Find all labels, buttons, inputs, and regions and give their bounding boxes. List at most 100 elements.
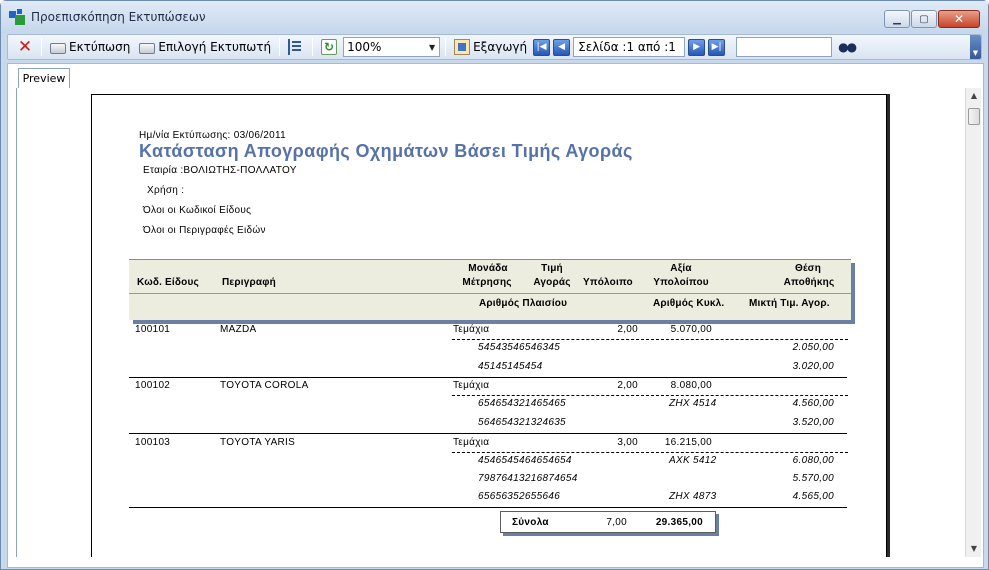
detail-chassis: 54543546546345 bbox=[478, 342, 561, 353]
header-location-2: Αποθήκης bbox=[783, 277, 835, 288]
toolbar-overflow-button[interactable]: ▼ bbox=[970, 35, 981, 59]
item-unit: Τεμάχια bbox=[453, 324, 490, 335]
preview-pane[interactable]: Ημ/νία Εκτύπωσης: 03/06/2011 Κατάσταση Α… bbox=[16, 88, 965, 557]
detail-chassis: 654654321465465 bbox=[478, 398, 566, 409]
item-separator bbox=[129, 433, 847, 434]
detail-price: 2.050,00 bbox=[792, 342, 834, 353]
toolbar-separator bbox=[279, 38, 281, 56]
maximize-button[interactable]: ▢ bbox=[911, 10, 937, 28]
detail-plate: ZHX 4873 bbox=[669, 491, 717, 502]
first-page-button[interactable]: |◀ bbox=[533, 38, 551, 56]
company-name: Εταιρία :ΒΟΛΙΩΤΗΣ-ΠΟΛΛΑΤΟΥ bbox=[143, 165, 297, 176]
header-value-1: Αξία bbox=[670, 263, 692, 274]
scroll-thumb[interactable] bbox=[968, 108, 980, 125]
window-controls: ▁ ▢ ✕ bbox=[884, 10, 980, 28]
group-tree-button[interactable] bbox=[285, 36, 307, 58]
title-bar[interactable]: Προεπισκόπηση Εκτυπώσεων ▁ ▢ ✕ bbox=[1, 1, 988, 33]
detail-price: 6.080,00 bbox=[792, 455, 834, 466]
column-header-band: Κωδ. Είδους Περιγραφή Μονάδα Μέτρησης Τι… bbox=[129, 259, 851, 320]
select-printer-button[interactable]: Επιλογή Εκτυπωτή bbox=[136, 36, 274, 58]
scroll-up-icon[interactable]: ▲ bbox=[966, 88, 982, 104]
refresh-button[interactable]: ↻ bbox=[318, 36, 340, 58]
item-code: 100101 bbox=[135, 324, 171, 335]
item-value: 5.070,00 bbox=[670, 324, 712, 335]
totals-balance: 7,00 bbox=[606, 517, 627, 528]
header-value-2: Υπολοίπου bbox=[653, 277, 709, 288]
minimize-button[interactable]: ▁ bbox=[884, 10, 910, 28]
item-unit: Τεμάχια bbox=[453, 437, 490, 448]
header-unit-1: Μονάδα bbox=[468, 263, 508, 274]
last-page-button[interactable]: ▶| bbox=[708, 38, 726, 56]
header-price-1: Τιμή bbox=[541, 263, 563, 274]
print-label: Εκτύπωση bbox=[69, 40, 131, 54]
item-balance: 3,00 bbox=[617, 437, 638, 448]
export-button[interactable]: Εξαγωγή bbox=[451, 36, 530, 58]
item-value: 16.215,00 bbox=[664, 437, 712, 448]
detail-chassis: 45145145454 bbox=[478, 361, 543, 372]
detail-separator bbox=[452, 452, 848, 453]
printer-setup-icon bbox=[139, 43, 156, 54]
zoom-value: 100% bbox=[347, 40, 382, 54]
binoculars-icon: ●● bbox=[838, 40, 857, 54]
item-description: MAZDA bbox=[220, 324, 257, 335]
header-divider bbox=[129, 293, 851, 294]
export-icon bbox=[454, 39, 471, 55]
window-title: Προεπισκόπηση Εκτυπώσεων bbox=[31, 10, 206, 24]
header-chassis: Αριθμός Πλαισίου bbox=[479, 298, 568, 309]
detail-price: 4.565,00 bbox=[792, 491, 834, 502]
find-button[interactable]: ●● bbox=[835, 36, 858, 58]
filter-codes: Όλοι οι Κωδικοί Είδους bbox=[143, 205, 252, 216]
header-description: Περιγραφή bbox=[222, 277, 276, 288]
item-description: TOYOTA COROLA bbox=[220, 380, 309, 391]
detail-chassis: 564654321324635 bbox=[478, 417, 566, 428]
next-page-button[interactable]: ▶ bbox=[688, 38, 706, 56]
detail-chassis: 79876413216874654 bbox=[478, 473, 578, 484]
header-balance: Υπόλοιπο bbox=[583, 277, 633, 288]
filter-descriptions: Όλοι οι Περιγραφές Ειδών bbox=[143, 225, 266, 236]
item-balance: 2,00 bbox=[617, 380, 638, 391]
scroll-down-icon[interactable]: ▼ bbox=[966, 541, 982, 557]
zoom-select[interactable]: 100% ▼ bbox=[343, 37, 441, 57]
header-plate: Αριθμός Κυκλ. bbox=[653, 298, 725, 309]
vertical-scrollbar[interactable]: ▲ ▼ bbox=[965, 88, 981, 557]
item-description: TOYOTA YARIS bbox=[220, 437, 296, 448]
item-unit: Τεμάχια bbox=[453, 380, 490, 391]
print-button[interactable]: Εκτύπωση bbox=[47, 36, 133, 58]
item-code: 100103 bbox=[135, 437, 171, 448]
close-button[interactable]: ✕ bbox=[938, 10, 980, 28]
printer-icon bbox=[50, 43, 66, 54]
detail-separator bbox=[452, 339, 848, 340]
close-preview-button[interactable]: ✕ bbox=[14, 36, 36, 58]
item-balance: 2,00 bbox=[617, 324, 638, 335]
report-page: Ημ/νία Εκτύπωσης: 03/06/2011 Κατάσταση Α… bbox=[91, 94, 887, 557]
print-preview-window: Προεπισκόπηση Εκτυπώσεων ▁ ▢ ✕ ✕ Εκτύπωσ… bbox=[0, 0, 989, 570]
select-printer-label: Επιλογή Εκτυπωτή bbox=[158, 40, 272, 54]
report-title: Κατάσταση Απογραφής Οχημάτων Βάσει Τιμής… bbox=[139, 141, 633, 161]
chevron-down-icon[interactable]: ▼ bbox=[425, 38, 439, 56]
previous-page-button[interactable]: ◀ bbox=[553, 38, 571, 56]
header-code: Κωδ. Είδους bbox=[137, 277, 199, 288]
page-indicator[interactable]: Σελίδα :1 από :1 bbox=[573, 37, 686, 57]
search-input[interactable] bbox=[736, 37, 833, 57]
detail-separator bbox=[452, 395, 848, 396]
detail-price: 5.570,00 bbox=[792, 473, 834, 484]
toolbar-separator bbox=[445, 38, 447, 56]
detail-price: 4.560,00 bbox=[792, 398, 834, 409]
detail-plate: ZHX 4514 bbox=[669, 398, 717, 409]
fiscal-year: Χρήση : bbox=[147, 185, 185, 196]
item-code: 100102 bbox=[135, 380, 171, 391]
app-icon bbox=[9, 9, 25, 25]
tree-icon bbox=[288, 39, 304, 55]
header-location-1: Θέση bbox=[794, 263, 822, 274]
tab-control: Preview Ημ/νία Εκτύπωσης: 03/06/2011 Κατ… bbox=[7, 63, 984, 568]
header-price-2: Αγοράς bbox=[533, 277, 571, 288]
item-value: 8.080,00 bbox=[670, 380, 712, 391]
item-separator bbox=[129, 377, 847, 378]
toolbar-separator bbox=[41, 38, 42, 56]
detail-price: 3.020,00 bbox=[792, 361, 834, 372]
toolbar: ✕ Εκτύπωση Επιλογή Εκτυπωτή ↻ 100% ▼ Εξα… bbox=[7, 34, 982, 60]
item-separator bbox=[129, 507, 847, 508]
header-unit-2: Μέτρησης bbox=[462, 277, 512, 288]
detail-chassis: 65656352655646 bbox=[478, 491, 561, 502]
tab-preview[interactable]: Preview bbox=[18, 68, 70, 89]
